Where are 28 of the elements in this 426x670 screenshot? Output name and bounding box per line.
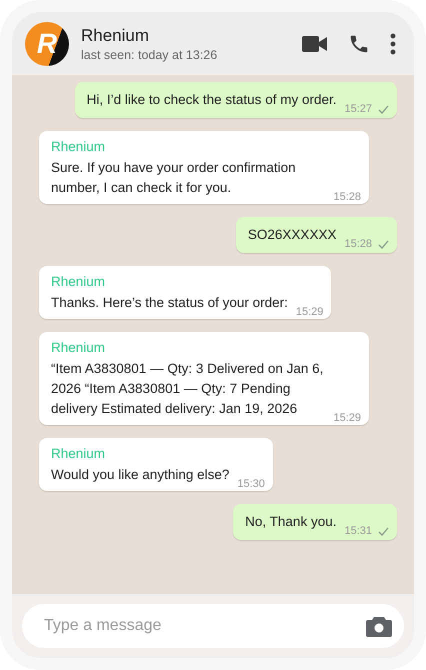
message-text: Would you like anything else? — [51, 466, 230, 484]
message-text: SO26XXXXXX — [248, 226, 336, 244]
sender-name: Rhenium — [51, 138, 106, 156]
camera-icon[interactable] — [366, 615, 392, 637]
message-text: No, Thank you. — [245, 513, 336, 531]
message-time: 15:29 — [333, 411, 361, 426]
message-input-field[interactable]: Type a message — [22, 604, 404, 648]
message-text: Sure. If you have your order confirmation number, I can check it for you. — [51, 159, 297, 197]
message-time: 15:30 — [237, 477, 265, 492]
check-icon — [378, 240, 389, 248]
message-time: 15:31 — [344, 524, 372, 539]
more-options-icon[interactable] — [390, 32, 396, 54]
message-text: “Item A3830801 — Qty: 3 Delivered on Jan 6, 2026 “Item A3830801 — Qty: 7 Pending delivery Estimated delivery: Jan 19, 2026 — [51, 360, 324, 418]
sender-name: Rhenium — [51, 445, 106, 463]
check-icon — [378, 104, 389, 114]
sender-name: Rhenium — [51, 339, 106, 357]
avatar-logo[interactable]: R — [25, 22, 69, 66]
message-time: 15:28 — [344, 237, 372, 252]
video-call-icon[interactable] — [302, 34, 328, 52]
sender-name: Rhenium — [51, 273, 106, 291]
check-icon — [378, 526, 389, 536]
last-seen-status: last seen: today at 13:26 — [81, 48, 218, 62]
message-time: 15:29 — [296, 305, 324, 320]
message-time: 15:27 — [344, 102, 372, 117]
message-text: Thanks. Here’s the status of your order: — [51, 294, 288, 312]
message-time: 15:28 — [333, 190, 361, 205]
contact-name: Rhenium — [81, 26, 150, 46]
message-text: Hi, I’d like to check the status of my order. — [86, 91, 336, 109]
